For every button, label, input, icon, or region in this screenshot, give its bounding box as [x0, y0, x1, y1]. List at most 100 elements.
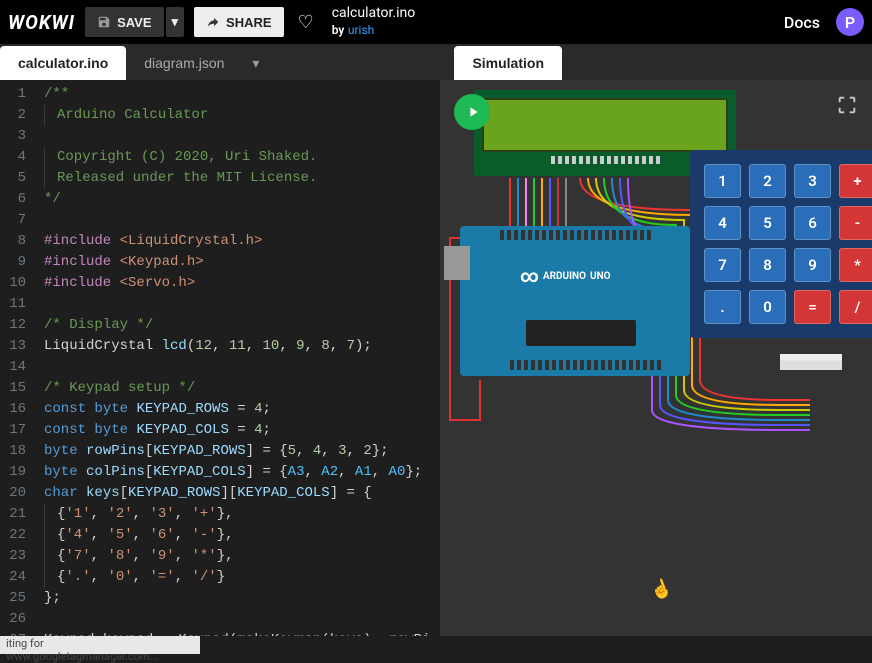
share-label: SHARE — [226, 15, 272, 30]
keypad-key-2[interactable]: 2 — [749, 164, 786, 198]
line-gutter: 1234567891011121314151617181920212223242… — [0, 80, 34, 636]
line-number: 20 — [0, 483, 26, 504]
code-line[interactable] — [44, 126, 440, 147]
status-bar: iting for www.googletagmanager.com... — [0, 636, 200, 654]
line-number: 1 — [0, 84, 26, 105]
line-number: 12 — [0, 315, 26, 336]
code-line[interactable]: {'1', '2', '3', '+'}, — [44, 504, 440, 525]
keypad-key-=[interactable]: = — [794, 290, 831, 324]
keypad-key-8[interactable]: 8 — [749, 248, 786, 282]
keypad-module[interactable]: 123+456- 789*.0=/ — [690, 150, 872, 338]
code-line[interactable]: Released under the MIT License. — [44, 168, 440, 189]
fullscreen-icon[interactable] — [836, 94, 858, 120]
line-number: 16 — [0, 399, 26, 420]
line-number: 9 — [0, 252, 26, 273]
code-line[interactable]: const byte KEYPAD_COLS = 4; — [44, 420, 440, 441]
main: 1234567891011121314151617181920212223242… — [0, 80, 872, 636]
tab-menu-button[interactable]: ▾ — [242, 46, 269, 80]
logo[interactable]: WOKWI — [8, 11, 75, 34]
code-line[interactable]: byte colPins[KEYPAD_COLS] = {A3, A2, A1,… — [44, 462, 440, 483]
editor-tabs: calculator.inodiagram.json — [0, 46, 242, 80]
code-area[interactable]: /**Arduino Calculator Copyright (C) 2020,… — [34, 80, 440, 636]
line-number: 21 — [0, 504, 26, 525]
project-info: calculator.ino by urish — [332, 5, 416, 40]
keypad-key-+[interactable]: + — [839, 164, 872, 198]
code-line[interactable]: /* Display */ — [44, 315, 440, 336]
code-line[interactable]: byte rowPins[KEYPAD_ROWS] = {5, 4, 3, 2}… — [44, 441, 440, 462]
tab-calculator-ino[interactable]: calculator.ino — [0, 46, 126, 80]
line-number: 3 — [0, 126, 26, 147]
tabs-row: calculator.inodiagram.json ▾ Simulation — [0, 44, 872, 80]
line-number: 6 — [0, 189, 26, 210]
line-number: 15 — [0, 378, 26, 399]
code-line[interactable]: const byte KEYPAD_ROWS = 4; — [44, 399, 440, 420]
analog-pins — [510, 360, 661, 372]
code-line[interactable]: */ — [44, 189, 440, 210]
line-number: 19 — [0, 462, 26, 483]
code-line[interactable]: {'4', '5', '6', '-'}, — [44, 525, 440, 546]
keypad-key-/[interactable]: / — [839, 290, 872, 324]
code-line[interactable] — [44, 609, 440, 630]
line-number: 25 — [0, 588, 26, 609]
heart-icon[interactable]: ♡ — [298, 12, 314, 33]
arduino-label: ∞ ARDUINO UNO — [520, 266, 611, 287]
arduino-board[interactable]: ∞ ARDUINO UNO — [460, 226, 690, 376]
lcd-screen — [482, 98, 728, 152]
code-line[interactable]: }; — [44, 588, 440, 609]
keypad-key--[interactable]: - — [839, 206, 872, 240]
avatar[interactable]: P — [836, 8, 864, 36]
line-number: 10 — [0, 273, 26, 294]
keypad-key-.[interactable]: . — [704, 290, 741, 324]
code-line[interactable] — [44, 210, 440, 231]
tab-diagram-json[interactable]: diagram.json — [126, 46, 242, 80]
line-number: 13 — [0, 336, 26, 357]
code-editor[interactable]: 1234567891011121314151617181920212223242… — [0, 80, 440, 636]
code-line[interactable] — [44, 294, 440, 315]
code-line[interactable]: /** — [44, 84, 440, 105]
chevron-down-icon: ▾ — [172, 14, 179, 30]
usb-port — [444, 246, 470, 280]
digital-pins — [500, 230, 651, 242]
code-line[interactable]: {'.', '0', '=', '/'} — [44, 567, 440, 588]
chevron-down-icon: ▾ — [252, 55, 259, 72]
run-button[interactable] — [454, 94, 490, 130]
save-dropdown-button[interactable]: ▾ — [166, 7, 185, 37]
code-line[interactable]: {'7', '8', '9', '*'}, — [44, 546, 440, 567]
topbar: WOKWI SAVE ▾ SHARE ♡ calculator.ino by u… — [0, 0, 872, 44]
simulation-tabs: Simulation — [454, 46, 872, 80]
line-number: 22 — [0, 525, 26, 546]
keypad-key-1[interactable]: 1 — [704, 164, 741, 198]
arduino-logo-icon: ∞ — [520, 266, 539, 287]
keypad-key-3[interactable]: 3 — [794, 164, 831, 198]
simulation-pane[interactable]: ∞ ARDUINO UNO 123+456-789*.0=/ ☝ — [440, 80, 872, 636]
code-line[interactable]: Arduino Calculator — [44, 105, 440, 126]
code-line[interactable]: #include <LiquidCrystal.h> — [44, 231, 440, 252]
save-icon — [97, 15, 111, 29]
line-number: 23 — [0, 546, 26, 567]
keypad-key-*[interactable]: * — [839, 248, 872, 282]
code-line[interactable]: /* Keypad setup */ — [44, 378, 440, 399]
docs-link[interactable]: Docs — [784, 13, 820, 32]
save-label: SAVE — [117, 15, 151, 30]
keypad-key-6[interactable]: 6 — [794, 206, 831, 240]
author-link[interactable]: urish — [348, 23, 374, 37]
keypad-key-0[interactable]: 0 — [749, 290, 786, 324]
keypad-key-5[interactable]: 5 — [749, 206, 786, 240]
code-line[interactable]: #include <Keypad.h> — [44, 252, 440, 273]
line-number: 8 — [0, 231, 26, 252]
keypad-key-9[interactable]: 9 — [794, 248, 831, 282]
share-button[interactable]: SHARE — [194, 7, 284, 37]
code-line[interactable]: #include <Servo.h> — [44, 273, 440, 294]
line-number: 24 — [0, 567, 26, 588]
keypad-key-4[interactable]: 4 — [704, 206, 741, 240]
save-button[interactable]: SAVE — [85, 7, 163, 37]
code-line[interactable]: LiquidCrystal lcd(12, 11, 10, 9, 8, 7); — [44, 336, 440, 357]
tab-simulation[interactable]: Simulation — [454, 46, 562, 80]
keypad-key-7[interactable]: 7 — [704, 248, 741, 282]
keypad-connector — [780, 354, 842, 370]
line-number: 5 — [0, 168, 26, 189]
line-number: 7 — [0, 210, 26, 231]
code-line[interactable]: char keys[KEYPAD_ROWS][KEYPAD_COLS] = { — [44, 483, 440, 504]
code-line[interactable]: Copyright (C) 2020, Uri Shaked. — [44, 147, 440, 168]
code-line[interactable] — [44, 357, 440, 378]
